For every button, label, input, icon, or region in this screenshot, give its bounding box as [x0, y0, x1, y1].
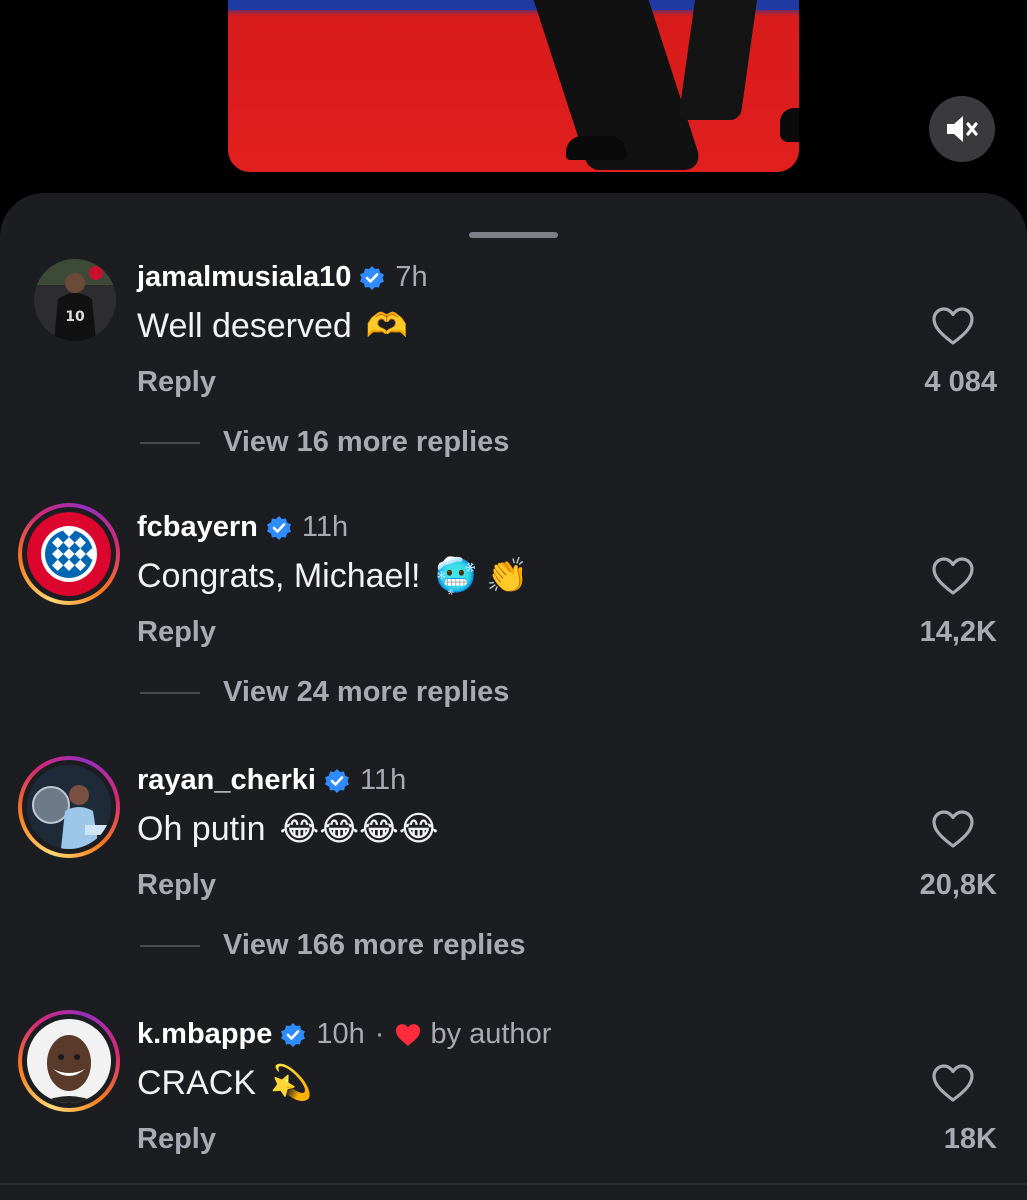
heart-icon[interactable]: [931, 556, 975, 596]
avatar-ring-gap: [22, 1014, 116, 1108]
avatar[interactable]: [18, 503, 120, 605]
comment-meta: k.mbappe 10h · by author: [137, 1018, 551, 1051]
view-more-replies[interactable]: View 24 more replies: [140, 676, 509, 709]
comment-emoji: 💫: [270, 1064, 313, 1102]
comment-body: Well deserved: [137, 306, 352, 345]
avatar-ring-gap: [22, 760, 116, 854]
timestamp: 11h: [359, 764, 407, 796]
comment-emoji: 😂😂😂😂: [279, 810, 439, 848]
avatar[interactable]: [18, 756, 120, 858]
verified-badge-icon: [359, 265, 385, 291]
comment-text: Congrats, Michael! 🥶 👏: [137, 556, 529, 596]
view-more-replies[interactable]: View 16 more replies: [140, 426, 509, 459]
heart-icon[interactable]: [931, 809, 975, 849]
svg-text:10: 10: [65, 309, 85, 325]
separator-dot: ·: [374, 1018, 385, 1050]
reply-button[interactable]: Reply: [137, 366, 216, 399]
comment-text: CRACK 💫: [137, 1063, 312, 1103]
like-count: 4 084: [924, 366, 997, 398]
heart-icon[interactable]: [931, 306, 975, 346]
reply-button[interactable]: Reply: [137, 616, 216, 649]
video-figure-leg: [678, 0, 760, 120]
heart-filled-icon: [396, 1023, 421, 1046]
like-count: 18K: [943, 1123, 997, 1155]
username[interactable]: k.mbappe: [137, 1018, 272, 1051]
comment-body: Congrats, Michael!: [137, 556, 421, 595]
avatar-image: 10: [34, 259, 116, 341]
fcbayern-logo-icon: [27, 512, 111, 596]
view-more-replies-label: View 16 more replies: [223, 426, 510, 458]
comment-body: Oh putin: [137, 809, 266, 848]
view-more-replies-label: View 166 more replies: [223, 929, 526, 961]
video-figure-shoe: [780, 108, 799, 142]
comments-sheet: 10 jamalmusiala10 7h Well deserved 🫶 Rep…: [0, 193, 1027, 1200]
verified-badge-icon: [324, 768, 350, 794]
timestamp: 10h: [316, 1018, 365, 1050]
reply-button[interactable]: Reply: [137, 869, 216, 902]
verified-badge-icon: [280, 1022, 306, 1048]
timestamp: 7h: [395, 261, 428, 293]
reply-button[interactable]: Reply: [137, 1123, 216, 1156]
username[interactable]: rayan_cherki: [137, 764, 316, 797]
comment-body: CRACK: [137, 1063, 257, 1102]
divider: [140, 691, 200, 694]
avatar[interactable]: 10: [34, 259, 116, 341]
liked-by-author: by author: [394, 1018, 551, 1051]
comment-meta: jamalmusiala10 7h: [137, 261, 428, 294]
verified-badge-icon: [266, 515, 292, 541]
video-figure-shoe: [566, 136, 626, 160]
liked-by-author-label: by author: [430, 1018, 552, 1050]
comment-text: Oh putin 😂😂😂😂: [137, 809, 438, 849]
avatar-image: [27, 1019, 111, 1103]
comment-emoji: 🫶: [365, 307, 409, 345]
heart-icon[interactable]: [931, 1063, 975, 1103]
comment-meta: fcbayern 11h: [137, 511, 348, 544]
avatar[interactable]: [18, 1010, 120, 1112]
divider: [140, 441, 200, 444]
avatar-image: [27, 765, 111, 849]
view-more-replies[interactable]: View 166 more replies: [140, 929, 526, 962]
divider: [140, 944, 200, 947]
like-count: 20,8K: [919, 869, 997, 901]
divider: [0, 1183, 1027, 1185]
view-more-replies-label: View 24 more replies: [223, 676, 510, 708]
sheet-grabber[interactable]: [469, 232, 558, 238]
comment-emoji: 🥶 👏: [434, 557, 529, 595]
username[interactable]: fcbayern: [137, 511, 258, 544]
avatar-ring-gap: [22, 507, 116, 601]
comment-meta: rayan_cherki 11h: [137, 764, 406, 797]
video-preview[interactable]: [228, 0, 799, 172]
timestamp: 11h: [301, 511, 349, 543]
username[interactable]: jamalmusiala10: [137, 261, 351, 294]
like-count: 14,2K: [919, 616, 997, 648]
speaker-muted-icon: [947, 116, 978, 142]
comment-text: Well deserved 🫶: [137, 306, 408, 346]
mute-button[interactable]: [929, 96, 995, 162]
